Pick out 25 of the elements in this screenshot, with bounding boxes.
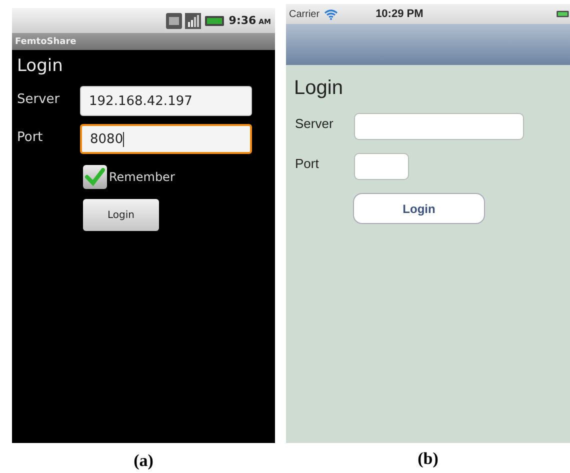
checkmark-icon <box>85 168 105 186</box>
field-label: Server <box>16 91 61 107</box>
network-icon <box>166 12 182 28</box>
screen-title: Login <box>16 55 64 78</box>
input-field[interactable] <box>354 153 409 180</box>
battery-icon <box>556 8 570 20</box>
figure-caption: (a) <box>134 451 154 471</box>
field-label: Port <box>16 129 44 145</box>
field-label: Server <box>294 115 334 131</box>
signal-icon <box>184 12 201 28</box>
login-button[interactable]: Login <box>83 199 159 231</box>
login-button[interactable]: Login <box>353 193 485 224</box>
input-field[interactable]: 8080 <box>80 124 252 154</box>
wifi-icon <box>324 8 338 20</box>
checkbox-label: Remember <box>109 170 175 184</box>
field-label: Port <box>294 155 320 171</box>
input-field[interactable]: 192.168.42.197 <box>80 86 252 116</box>
battery-icon <box>204 14 226 26</box>
screen-title: Login <box>293 76 344 101</box>
checkbox[interactable] <box>83 165 107 189</box>
carrier-text: Carrier <box>289 8 320 20</box>
app-title: FemtoShare <box>12 33 275 50</box>
clock-text: 10:29 PM <box>376 8 424 20</box>
figure-caption: (b) <box>418 449 438 469</box>
input-field[interactable] <box>354 113 524 140</box>
